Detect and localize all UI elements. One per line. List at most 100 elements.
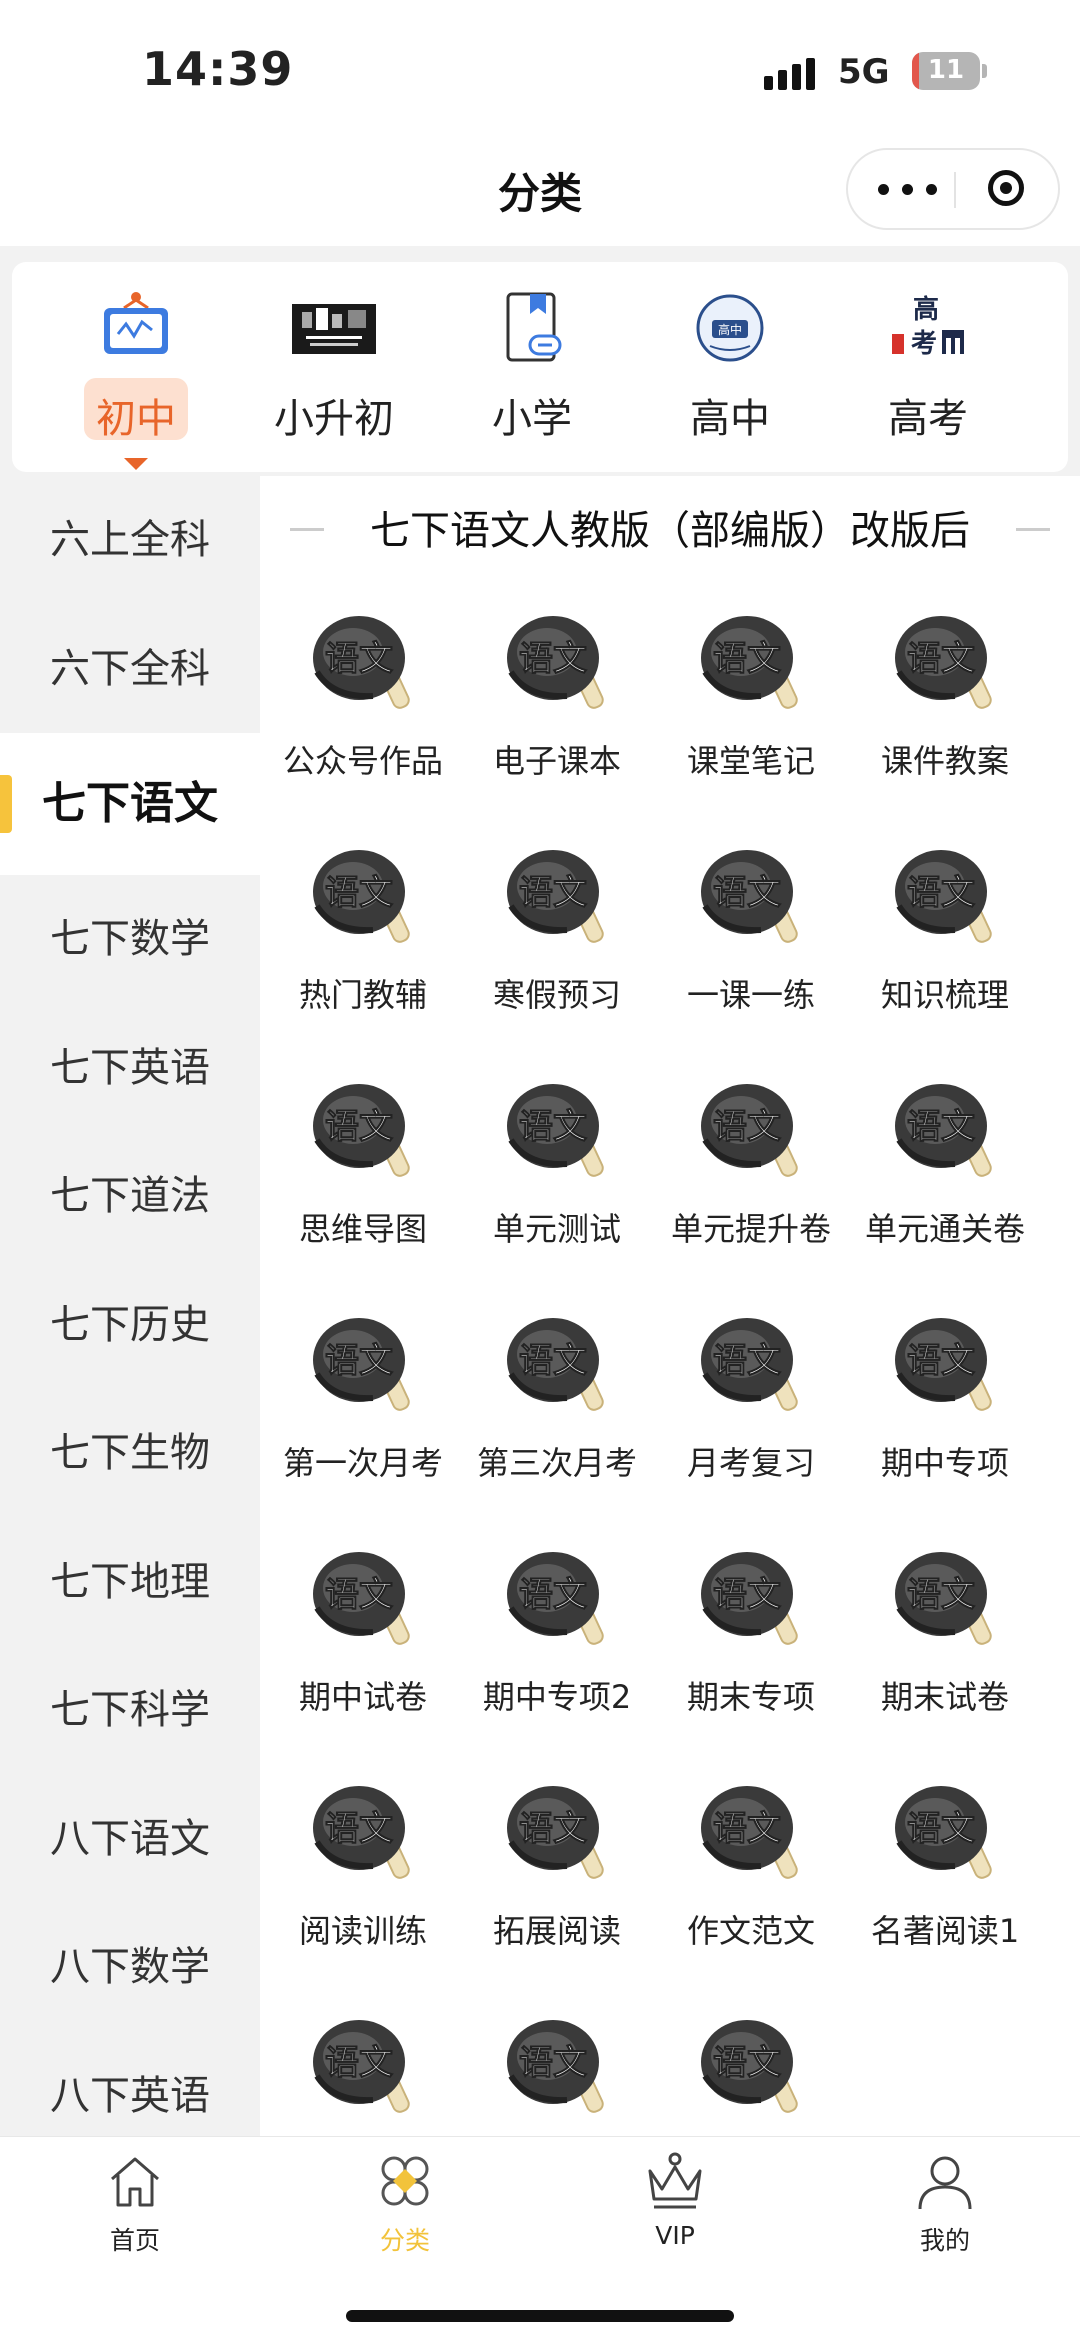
category-item[interactable]: 语文 公众号作品: [266, 602, 460, 836]
sidebar-item-label: 八下英语: [50, 2072, 210, 2119]
category-item[interactable]: 语文 期中试卷: [266, 1538, 460, 1772]
icon-text: 语文: [519, 1809, 587, 1849]
chinese-subject-icon: 语文: [885, 1772, 1005, 1892]
category-item[interactable]: 语文 期末专项: [654, 1538, 848, 1772]
sidebar-item[interactable]: 七下历史: [0, 1261, 260, 1390]
level-tab-senior[interactable]: 高中 高中: [640, 282, 820, 472]
sidebar-item[interactable]: 七下科学: [0, 1646, 260, 1775]
category-item[interactable]: 语文 思维导图: [266, 1070, 460, 1304]
sidebar-item[interactable]: 七下道法: [0, 1132, 260, 1261]
tab-mine[interactable]: 我的: [810, 2151, 1080, 2261]
promo-banner-icon: [292, 304, 376, 354]
category-item-label: 寒假预习: [492, 976, 621, 1014]
level-tab-gaokao[interactable]: 高 考 高考: [838, 282, 1018, 472]
chinese-subject-icon: 语文: [691, 1772, 811, 1892]
content-panel[interactable]: 七下语文人教版（部编版）改版后 语文 公众号作品 语文 电子课本 语文 课堂笔记 语文 课件教…: [260, 476, 1080, 2136]
sidebar-item[interactable]: 七下生物: [0, 1389, 260, 1518]
chinese-subject-icon: 语文: [303, 836, 423, 956]
chinese-subject-icon: 语文: [691, 1070, 811, 1190]
chinese-subject-icon: 语文: [303, 1304, 423, 1424]
tab-label: 我的: [919, 2226, 970, 2255]
chinese-subject-icon: 语文: [303, 1772, 423, 1892]
category-item[interactable]: 语文寒假预习: [460, 836, 654, 1070]
sidebar-item[interactable]: 八下数学: [0, 1903, 260, 2032]
category-item[interactable]: 语文 课件教案: [848, 602, 1042, 836]
category-item[interactable]: 语文电子课本: [460, 602, 654, 836]
icon-text: 语文: [907, 873, 975, 913]
chinese-subject-icon: 语文: [691, 1304, 811, 1424]
sidebar-item[interactable]: 七下语文: [0, 733, 260, 875]
icon-text: 语文: [325, 1809, 393, 1849]
sidebar-item-label: 七下生物: [50, 1430, 210, 1476]
category-item[interactable]: 语文 一课一练: [654, 836, 848, 1070]
category-item-label: 一课一练: [686, 976, 815, 1014]
category-item[interactable]: 语文 作文范文: [654, 1772, 848, 2006]
high-school-badge-icon: 高中: [696, 294, 764, 362]
category-item-label: 知识梳理: [880, 976, 1009, 1014]
level-tab-label: 小升初: [274, 396, 394, 442]
sidebar-item-label: 七下数学: [50, 916, 210, 962]
battery-icon: 11: [912, 52, 980, 90]
category-item[interactable]: 语文 阅读训练: [266, 1772, 460, 2006]
chinese-subject-icon: 语文: [691, 836, 811, 956]
network-type: 5G: [838, 52, 890, 92]
tab-home[interactable]: 首页: [0, 2151, 270, 2261]
sidebar-item[interactable]: 八下英语: [0, 2032, 260, 2137]
icon-text: 语文: [713, 1107, 781, 1147]
tab-category[interactable]: 分类: [270, 2151, 540, 2261]
category-item[interactable]: 语文 热门教辅: [266, 836, 460, 1070]
category-item-label: 第一次月考: [282, 1444, 443, 1482]
category-item-label: 单元测试: [492, 1210, 621, 1248]
icon-text: 语文: [907, 1809, 975, 1849]
category-item[interactable]: 语文 单元通关卷: [848, 1070, 1042, 1304]
category-item[interactable]: 语文知识梳理: [848, 836, 1042, 1070]
icon-text: 语文: [519, 639, 587, 679]
icon-text: 语文: [907, 1341, 975, 1381]
icon-text: 语文: [519, 1341, 587, 1381]
category-item[interactable]: 语文 课堂笔记: [654, 602, 848, 836]
sidebar-item[interactable]: 六上全科: [0, 476, 260, 605]
chinese-subject-icon: 语文: [885, 1538, 1005, 1658]
category-icon: [381, 2156, 429, 2206]
chinese-subject-icon: 语文: [497, 1538, 617, 1658]
signal-icon: [764, 56, 822, 90]
chinese-subject-icon: 语文: [691, 1538, 811, 1658]
sidebar-item[interactable]: 八下语文: [0, 1775, 260, 1904]
close-miniapp-icon[interactable]: [988, 170, 1024, 206]
category-item[interactable]: 语文 第一次月考: [266, 1304, 460, 1538]
status-bar: 14:39 5G 11: [0, 0, 1080, 140]
category-item[interactable]: 语文 期中专项2: [460, 1538, 654, 1772]
sidebar-item[interactable]: 七下数学: [0, 875, 260, 1004]
category-item[interactable]: 语文 拓展阅读: [460, 1772, 654, 2006]
category-item[interactable]: 语文 第三次月考: [460, 1304, 654, 1538]
category-item[interactable]: 语文名著阅读1: [848, 1772, 1042, 2006]
category-item-label: 作文范文: [686, 1912, 815, 1950]
sidebar-item[interactable]: 七下英语: [0, 1004, 260, 1133]
category-item[interactable]: 语文: [654, 2006, 848, 2136]
category-item[interactable]: 语文 期末试卷: [848, 1538, 1042, 1772]
category-item[interactable]: 语文 单元提升卷: [654, 1070, 848, 1304]
category-item[interactable]: 语文 月考复习: [654, 1304, 848, 1538]
sidebar-item[interactable]: 六下全科: [0, 605, 260, 734]
home-indicator: [346, 2310, 734, 2322]
level-tab-primary[interactable]: 小学: [442, 282, 622, 472]
category-item[interactable]: 语文: [460, 2006, 654, 2136]
category-item[interactable]: 语文: [266, 2006, 460, 2136]
more-icon[interactable]: [878, 170, 938, 208]
category-item[interactable]: 语文 单元测试: [460, 1070, 654, 1304]
chinese-subject-icon: 语文: [497, 1304, 617, 1424]
icon-text: 语文: [325, 2043, 393, 2083]
sidebar[interactable]: 六上全科 六下全科七下语文七下数学七下英语 七下道法 七下历史七下生物七下地理 七下科学…: [0, 476, 260, 2136]
icon-text: 语文: [907, 1575, 975, 1615]
active-indicator: [0, 775, 12, 833]
level-tab-primary-to-junior[interactable]: 小升初: [244, 282, 424, 472]
sidebar-item[interactable]: 七下地理: [0, 1518, 260, 1647]
category-item-label: 名著阅读1: [870, 1912, 1020, 1950]
category-item-label: 月考复习: [686, 1444, 815, 1482]
sidebar-item-label: 七下语文: [42, 778, 218, 829]
category-item-label: 电子课本: [492, 742, 621, 780]
tab-vip[interactable]: VIP: [540, 2151, 810, 2261]
category-item[interactable]: 语文 期中专项: [848, 1304, 1042, 1538]
level-tab-junior[interactable]: 初中: [46, 282, 226, 472]
icon-text: 语文: [519, 873, 587, 913]
